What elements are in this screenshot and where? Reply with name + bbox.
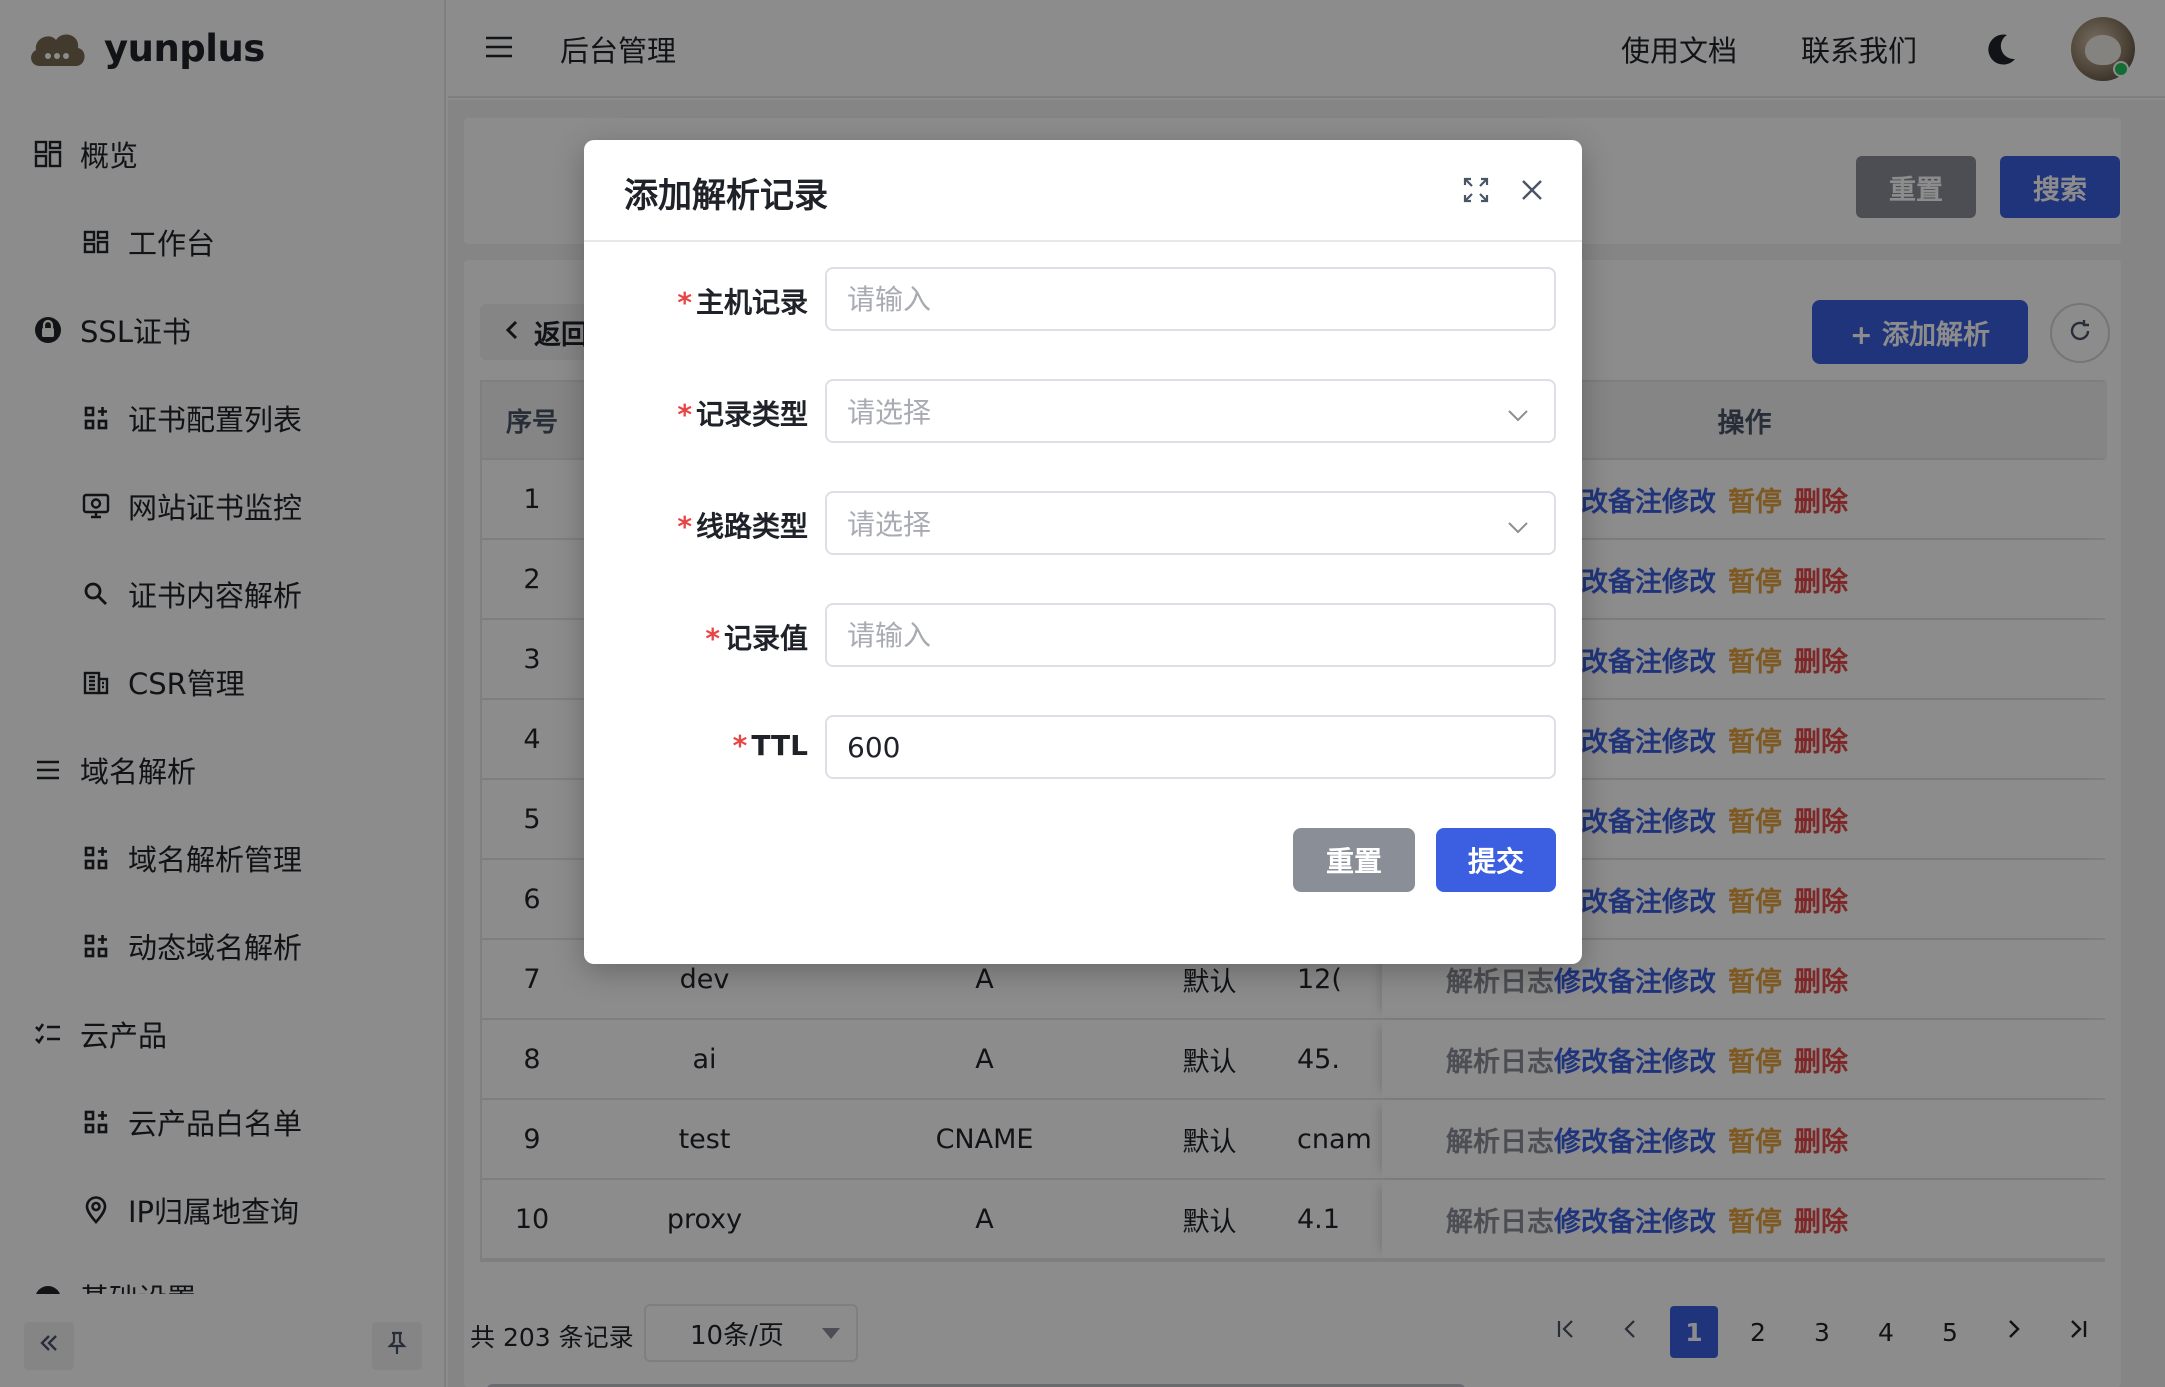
ttl-label-text: TTL (751, 729, 808, 762)
record-type-label-text: 记录类型 (695, 398, 808, 431)
line-type-label-text: 线路类型 (695, 510, 808, 543)
required-mark: * (705, 622, 720, 655)
line-type-label: * 线路类型 (584, 505, 808, 545)
record-type-placeholder: 请选择 (847, 396, 932, 429)
expand-icon (1461, 175, 1491, 209)
record-value-label-text: 记录值 (723, 622, 808, 655)
ttl-input[interactable] (825, 715, 1556, 779)
host-record-label-text: 主机记录 (695, 286, 808, 319)
required-mark: * (677, 286, 692, 319)
ttl-row: * TTL (584, 715, 1582, 779)
record-type-select[interactable]: 请选择 (825, 379, 1556, 443)
dialog-title: 添加解析记录 (624, 176, 828, 216)
line-type-placeholder: 请选择 (847, 508, 932, 541)
record-type-row: * 记录类型 请选择 (584, 379, 1582, 443)
dialog-reset-button[interactable]: 重置 (1293, 828, 1415, 892)
line-type-row: * 线路类型 请选择 (584, 491, 1582, 555)
record-value-row: * 记录值 (584, 603, 1582, 667)
host-record-input[interactable] (825, 267, 1556, 331)
dialog-header: 添加解析记录 (584, 140, 1582, 242)
close-dialog-button[interactable] (1514, 174, 1550, 210)
close-icon (1517, 175, 1547, 209)
record-value-input[interactable] (825, 603, 1556, 667)
add-record-dialog: 添加解析记录 *主机记录 *记录类型 请选择 *线路类型 请选择 *记录值 *T… (584, 140, 1582, 964)
required-mark: * (677, 398, 692, 431)
record-value-label: * 记录值 (584, 617, 808, 657)
host-record-label: * 主机记录 (584, 281, 808, 321)
fullscreen-button[interactable] (1458, 174, 1494, 210)
ttl-label: * TTL (584, 729, 808, 762)
required-mark: * (677, 510, 692, 543)
record-type-label: * 记录类型 (584, 393, 808, 433)
chevron-down-icon (1506, 401, 1530, 425)
dialog-submit-button[interactable]: 提交 (1436, 828, 1556, 892)
line-type-select[interactable]: 请选择 (825, 491, 1556, 555)
chevron-down-icon (1506, 513, 1530, 537)
host-record-row: * 主机记录 (584, 267, 1582, 331)
required-mark: * (732, 729, 748, 762)
